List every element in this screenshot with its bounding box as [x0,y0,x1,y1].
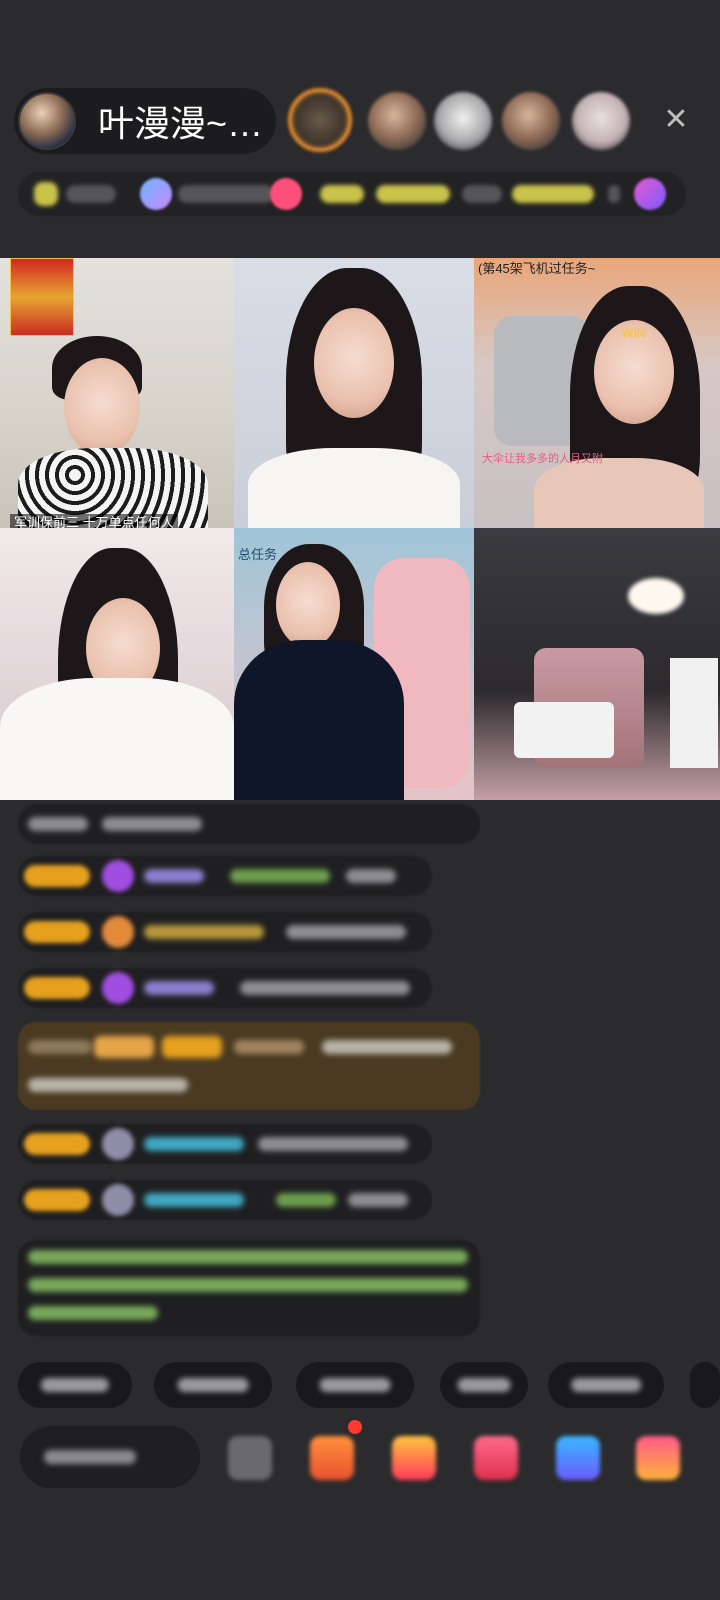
blurred-text [376,185,450,203]
streamer-face [64,358,140,456]
blurred-text [230,869,330,883]
chevron-right-icon [608,185,620,203]
level-badge [24,921,90,943]
video-tile-6[interactable] [474,528,720,800]
top-viewer-avatar[interactable] [288,88,352,152]
blurred-text [286,925,406,939]
room-info-bar[interactable] [18,172,686,216]
diamond-icon [102,860,134,892]
streamer-body [534,458,704,528]
fan-club-icon[interactable] [474,1436,518,1480]
quick-reply-chip[interactable] [154,1362,272,1408]
badge [162,1036,222,1058]
username [144,1193,244,1207]
blurred-text [276,1193,336,1207]
activity-icon[interactable] [634,178,666,210]
quick-reply-chip[interactable] [296,1362,414,1408]
user-avatar [102,1128,134,1160]
level-badge [24,1189,90,1211]
diamond-icon [102,972,134,1004]
lamp [628,578,684,614]
shelf [670,658,718,768]
chat-message[interactable] [18,912,432,952]
share-icon[interactable] [556,1436,600,1480]
level-icon [34,182,58,206]
streamer-face [314,308,394,418]
level-badge [24,1133,90,1155]
blurred-text [28,817,88,831]
username [144,1137,244,1151]
streamer-shirt [234,640,404,800]
quick-reply-chip[interactable] [440,1362,528,1408]
host-name: 叶漫漫~… [98,103,264,144]
comment-input[interactable] [20,1426,200,1488]
blurred-text [28,1078,188,1092]
close-icon[interactable]: ✕ [660,104,692,136]
quick-reply-chip[interactable] [690,1362,720,1408]
tile-caption: 军训保前三 十万单点任何人 [10,514,178,528]
gift-icon[interactable] [270,178,302,210]
video-tile-5[interactable]: 总任务 [234,528,474,800]
blurred-text [322,1040,452,1054]
quick-reply-chip[interactable] [18,1362,132,1408]
quick-reply-chip[interactable] [548,1362,664,1408]
streamer-shirt [248,448,460,528]
viewer-avatar[interactable] [368,92,426,150]
watermark-text: 大伞让我多多的人月又附 [482,453,603,465]
blurred-text [28,1306,158,1320]
username [144,981,214,995]
viewer-avatar[interactable] [502,92,560,150]
blurred-text [320,185,364,203]
blurred-text [66,185,116,203]
task-caption: 总任务 [238,547,278,562]
notification-dot [348,1420,362,1434]
blurred-text [28,1278,468,1292]
task-caption: (第45架飞机过任务~ [478,261,596,276]
gift-icon[interactable] [636,1436,680,1480]
blurred-text [28,1250,468,1264]
system-notice [18,1240,480,1336]
badge [94,1036,154,1058]
blurred-text [28,1040,92,1054]
pillow [514,702,614,758]
level-badge [24,977,90,999]
blurred-text [512,185,594,203]
emoji-icon[interactable] [228,1436,272,1480]
sticker-image [10,258,74,336]
level-badge [24,865,90,887]
shop-icon[interactable] [310,1436,354,1480]
win-tag: WIN [622,326,646,340]
blurred-text [462,185,502,203]
blurred-text [258,1137,408,1151]
video-tile-2[interactable] [234,258,474,528]
rank-icon [140,178,172,210]
viewer-avatar[interactable] [572,92,630,150]
user-avatar [102,916,134,948]
chat-message[interactable] [18,856,432,896]
host-info-pill[interactable]: 叶漫漫~… [14,88,276,154]
viewer-avatar[interactable] [434,92,492,150]
chat-message[interactable] [18,1124,432,1164]
chat-message[interactable] [18,804,480,844]
host-avatar[interactable] [18,92,76,150]
blurred-text [240,981,410,995]
chat-message[interactable] [18,1180,432,1220]
blurred-text [178,185,274,203]
username [144,869,204,883]
video-tile-4[interactable] [0,528,234,800]
username [234,1040,304,1054]
username [144,925,264,939]
gift-box-icon[interactable] [392,1436,436,1480]
user-avatar [102,1184,134,1216]
blurred-text [102,817,202,831]
chat-message[interactable] [18,968,432,1008]
blurred-text [346,869,396,883]
streamer-face [276,562,340,648]
video-tile-3[interactable]: (第45架飞机过任务~ WIN 大伞让我多多的人月又附 [474,258,720,528]
chat-message-highlighted[interactable] [18,1022,480,1110]
blurred-text [348,1193,408,1207]
streamer-shirt [0,678,234,800]
